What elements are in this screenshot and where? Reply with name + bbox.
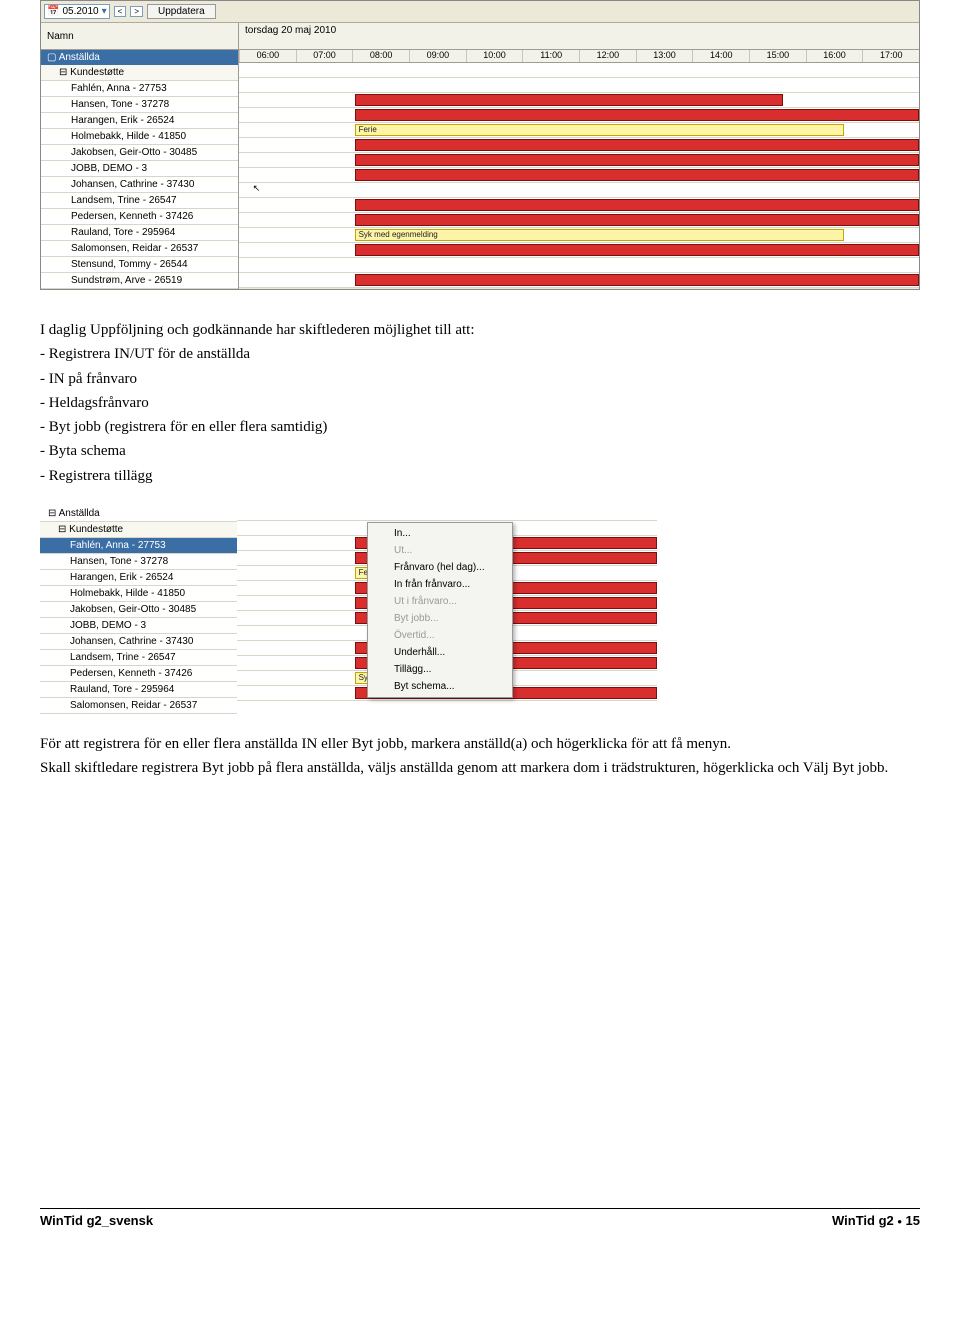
tree-item[interactable]: Johansen, Cathrine - 37430	[40, 634, 237, 650]
absence-bar[interactable]	[355, 94, 783, 106]
timeline-row[interactable]: Ferie	[239, 123, 919, 138]
context-menu: In... Ut... Frånvaro (hel dag)... In frå…	[367, 522, 513, 698]
body-bullet: - Byt jobb (registrera för en eller fler…	[40, 417, 920, 437]
menu-in-fran-franvaro[interactable]: In från frånvaro...	[370, 576, 510, 593]
calendar-icon: 📅	[47, 6, 59, 17]
tree-item[interactable]: Pedersen, Kenneth - 37426	[40, 666, 237, 682]
tree-column: ⊟ Anställda ⊟ Kundestøtte Fahlén, Anna -…	[40, 506, 237, 714]
menu-in[interactable]: In...	[370, 525, 510, 542]
tree-item[interactable]: Landsem, Trine - 26547	[41, 193, 238, 209]
tree-item[interactable]: Jakobsen, Geir-Otto - 30485	[40, 602, 237, 618]
body-paragraph: För att registrera för en eller flera an…	[40, 734, 920, 754]
body-paragraph: I daglig Uppföljning och godkännande har…	[40, 320, 920, 340]
tree-item[interactable]: Rauland, Tore - 295964	[40, 682, 237, 698]
tree-item[interactable]: Hansen, Tone - 37278	[40, 554, 237, 570]
tree-item[interactable]: Johansen, Cathrine - 37430	[41, 177, 238, 193]
month-selector[interactable]: 📅 05.2010 ▾	[44, 4, 110, 19]
timeline-row[interactable]	[239, 198, 919, 213]
paragraph-block: För att registrera för en eller flera an…	[40, 734, 920, 779]
tree-item[interactable]: JOBB, DEMO - 3	[40, 618, 237, 634]
timeline-row[interactable]	[239, 258, 919, 273]
timeline-area: Ferie Syk. In... Ut... Frånvaro (hel dag…	[237, 506, 657, 714]
prev-button[interactable]: <	[114, 6, 127, 17]
timeline-row[interactable]	[239, 243, 919, 258]
screenshot-daily-followup: 📅 05.2010 ▾ < > Uppdatera Namn ▢ Anställ…	[40, 0, 920, 290]
timeline-row[interactable]	[239, 63, 919, 78]
tree-item[interactable]: Rauland, Tore - 295964	[41, 225, 238, 241]
chevron-down-icon[interactable]: ▾	[102, 6, 107, 17]
absence-bar[interactable]	[355, 214, 919, 226]
tree-item[interactable]: Harangen, Erik - 26524	[40, 570, 237, 586]
tree-root[interactable]: ⊟ Anställda	[40, 506, 237, 522]
timeline-row[interactable]	[239, 168, 919, 183]
absence-bar[interactable]	[355, 199, 919, 211]
cursor-icon: ↖	[253, 183, 261, 194]
tree-item[interactable]: Landsem, Trine - 26547	[40, 650, 237, 666]
toolbar: 📅 05.2010 ▾ < > Uppdatera	[41, 1, 919, 23]
body-bullet: - Byta schema	[40, 441, 920, 461]
timeline-row[interactable]	[239, 153, 919, 168]
menu-ut-i-franvaro: Ut i frånvaro...	[370, 593, 510, 610]
timeline-row[interactable]	[239, 273, 919, 288]
tree-item[interactable]: Salomonsen, Reidar - 26537	[40, 698, 237, 714]
timeline-row[interactable]	[237, 506, 657, 521]
timeline-row[interactable]	[239, 138, 919, 153]
body-bullet: - Heldagsfrånvaro	[40, 393, 920, 413]
timeline-row[interactable]: Syk med egenmelding	[239, 228, 919, 243]
tree-root[interactable]: ▢ Anställda	[41, 50, 238, 65]
body-bullet: - Registrera tillägg	[40, 466, 920, 486]
footer-right: WinTid g2 • 15	[832, 1213, 920, 1229]
update-button[interactable]: Uppdatera	[147, 4, 216, 19]
tree-item[interactable]: Fahlén, Anna - 27753	[41, 81, 238, 97]
page-footer: WinTid g2_svensk WinTid g2 • 15	[40, 1208, 920, 1229]
absence-bar[interactable]	[355, 244, 919, 256]
screenshot-context-menu: ⊟ Anställda ⊟ Kundestøtte Fahlén, Anna -…	[40, 506, 920, 714]
absence-bar[interactable]	[355, 154, 919, 166]
footer-left: WinTid g2_svensk	[40, 1213, 153, 1229]
name-column: Namn ▢ Anställda ⊟ Kundestøtte Fahlén, A…	[41, 23, 239, 289]
absence-bar-ferie[interactable]: Ferie	[355, 124, 845, 136]
menu-overtid: Övertid...	[370, 627, 510, 644]
timeline-row[interactable]	[239, 213, 919, 228]
hour-scale: 06:00 07:00 08:00 09:00 10:00 11:00 12:0…	[239, 50, 919, 63]
tree-item[interactable]: Salomonsen, Reidar - 26537	[41, 241, 238, 257]
tree-item[interactable]: Hansen, Tone - 37278	[41, 97, 238, 113]
absence-bar-syk[interactable]: Syk med egenmelding	[355, 229, 845, 241]
tree-item[interactable]: Harangen, Erik - 26524	[41, 113, 238, 129]
tree-item[interactable]: Stensund, Tommy - 26544	[41, 257, 238, 273]
tree-item[interactable]: Holmebakk, Hilde - 41850	[40, 586, 237, 602]
tree-item[interactable]: Pedersen, Kenneth - 37426	[41, 209, 238, 225]
timeline-row[interactable]	[239, 108, 919, 123]
tree-item[interactable]: Sundstrøm, Arve - 26519	[41, 273, 238, 289]
menu-byt-schema[interactable]: Byt schema...	[370, 678, 510, 695]
menu-byt-jobb: Byt jobb...	[370, 610, 510, 627]
body-bullet: - IN på frånvaro	[40, 369, 920, 389]
tree-item[interactable]: JOBB, DEMO - 3	[41, 161, 238, 177]
month-value: 05.2010	[62, 6, 98, 17]
tree-group[interactable]: ⊟ Kundestøtte	[41, 65, 238, 81]
tree-item[interactable]: Jakobsen, Geir-Otto - 30485	[41, 145, 238, 161]
tree-item-selected[interactable]: Fahlén, Anna - 27753	[40, 538, 237, 554]
menu-ut: Ut...	[370, 542, 510, 559]
body-bullet: - Registrera IN/UT för de anställda	[40, 344, 920, 364]
tree-item[interactable]: Holmebakk, Hilde - 41850	[41, 129, 238, 145]
timeline-row[interactable]	[239, 93, 919, 108]
absence-bar[interactable]	[355, 139, 919, 151]
absence-bar[interactable]	[355, 169, 919, 181]
paragraph-block: I daglig Uppföljning och godkännande har…	[40, 320, 920, 486]
absence-bar[interactable]	[355, 274, 919, 286]
name-header: Namn	[41, 23, 238, 50]
next-button[interactable]: >	[130, 6, 143, 17]
date-header: torsdag 20 maj 2010	[239, 23, 919, 50]
absence-bar[interactable]	[355, 109, 919, 121]
tree-group[interactable]: ⊟ Kundestøtte	[40, 522, 237, 538]
menu-underhall[interactable]: Underhåll...	[370, 644, 510, 661]
timeline-row[interactable]	[239, 78, 919, 93]
timeline-area: torsdag 20 maj 2010 06:00 07:00 08:00 09…	[239, 23, 919, 289]
body-paragraph: Skall skiftledare registrera Byt jobb på…	[40, 758, 920, 778]
menu-tillagg[interactable]: Tillägg...	[370, 661, 510, 678]
timeline-row[interactable]: ↖	[239, 183, 919, 198]
menu-franvaro-heldag[interactable]: Frånvaro (hel dag)...	[370, 559, 510, 576]
